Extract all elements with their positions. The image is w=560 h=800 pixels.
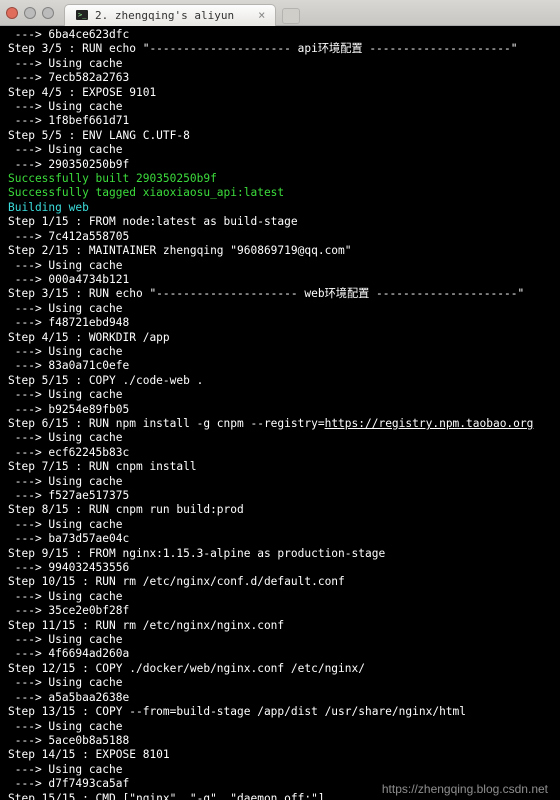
window-titlebar: >_ 2. zhengqing's aliyun × [0,0,560,26]
output-line: Step 1/15 : FROM node:latest as build-st… [8,215,552,229]
terminal-tab[interactable]: >_ 2. zhengqing's aliyun × [64,4,276,26]
output-line: ---> Using cache [8,590,552,604]
output-line: Step 4/15 : WORKDIR /app [8,331,552,345]
output-line: Successfully tagged xiaoxiaosu_api:lates… [8,186,552,200]
window-maximize-button[interactable] [42,7,54,19]
output-line: ---> 83a0a71c0efe [8,359,552,373]
output-line: ---> Using cache [8,57,552,71]
watermark: https://zhengqing.blog.csdn.net [382,782,548,796]
output-line: ---> 4f6694ad260a [8,647,552,661]
output-line: ---> 1f8bef661d71 [8,114,552,128]
output-line: ---> Using cache [8,302,552,316]
output-line: ---> 5ace0b8a5188 [8,734,552,748]
window-buttons [6,7,54,19]
output-line: ---> 35ce2e0bf28f [8,604,552,618]
output-line: ---> Using cache [8,345,552,359]
svg-text:>_: >_ [78,11,87,19]
window-close-button[interactable] [6,7,18,19]
output-line: Step 10/15 : RUN rm /etc/nginx/conf.d/de… [8,575,552,589]
output-line: ---> ecf62245b83c [8,446,552,460]
output-line: ---> Using cache [8,676,552,690]
output-line: ---> Using cache [8,143,552,157]
output-line: ---> Using cache [8,518,552,532]
terminal-output[interactable]: ---> 6ba4ce623dfcStep 3/5 : RUN echo "--… [0,26,560,800]
output-line: ---> Using cache [8,431,552,445]
output-line: Step 6/15 : RUN npm install -g cnpm --re… [8,417,552,431]
output-line: ---> b9254e89fb05 [8,403,552,417]
output-line: Successfully built 290350250b9f [8,172,552,186]
terminal-lines: ---> 6ba4ce623dfcStep 3/5 : RUN echo "--… [8,28,552,800]
output-line: Step 12/15 : COPY ./docker/web/nginx.con… [8,662,552,676]
output-line: ---> a5a5baa2638e [8,691,552,705]
output-line: Step 3/15 : RUN echo "------------------… [8,287,552,301]
output-line: ---> 6ba4ce623dfc [8,28,552,42]
output-line: ---> Using cache [8,720,552,734]
output-line: Step 2/15 : MAINTAINER zhengqing "960869… [8,244,552,258]
output-line: Step 14/15 : EXPOSE 8101 [8,748,552,762]
output-line: ---> 7ecb582a2763 [8,71,552,85]
output-line: ---> f48721ebd948 [8,316,552,330]
output-line: Step 3/5 : RUN echo "-------------------… [8,42,552,56]
output-line: ---> 7c412a558705 [8,230,552,244]
output-line: ---> 994032453556 [8,561,552,575]
output-line: ---> Using cache [8,259,552,273]
output-line: ---> Using cache [8,633,552,647]
output-line: ---> 000a4734b121 [8,273,552,287]
terminal-icon: >_ [75,8,89,22]
window-minimize-button[interactable] [24,7,36,19]
output-line: Building web [8,201,552,215]
tab-label: 2. zhengqing's aliyun [95,9,234,22]
output-line: Step 11/15 : RUN rm /etc/nginx/nginx.con… [8,619,552,633]
output-line: ---> f527ae517375 [8,489,552,503]
output-line: Step 9/15 : FROM nginx:1.15.3-alpine as … [8,547,552,561]
output-line: ---> Using cache [8,763,552,777]
new-tab-button[interactable] [282,8,300,24]
tab-close-button[interactable]: × [258,8,265,22]
output-line: ---> Using cache [8,388,552,402]
output-line: ---> Using cache [8,475,552,489]
output-line: Step 13/15 : COPY --from=build-stage /ap… [8,705,552,719]
output-line: ---> 290350250b9f [8,158,552,172]
output-line: ---> ba73d57ae04c [8,532,552,546]
output-line: ---> Using cache [8,100,552,114]
output-line: Step 5/15 : COPY ./code-web . [8,374,552,388]
output-line: Step 4/5 : EXPOSE 9101 [8,86,552,100]
output-line: Step 8/15 : RUN cnpm run build:prod [8,503,552,517]
output-line: Step 7/15 : RUN cnpm install [8,460,552,474]
output-line: Step 5/5 : ENV LANG C.UTF-8 [8,129,552,143]
